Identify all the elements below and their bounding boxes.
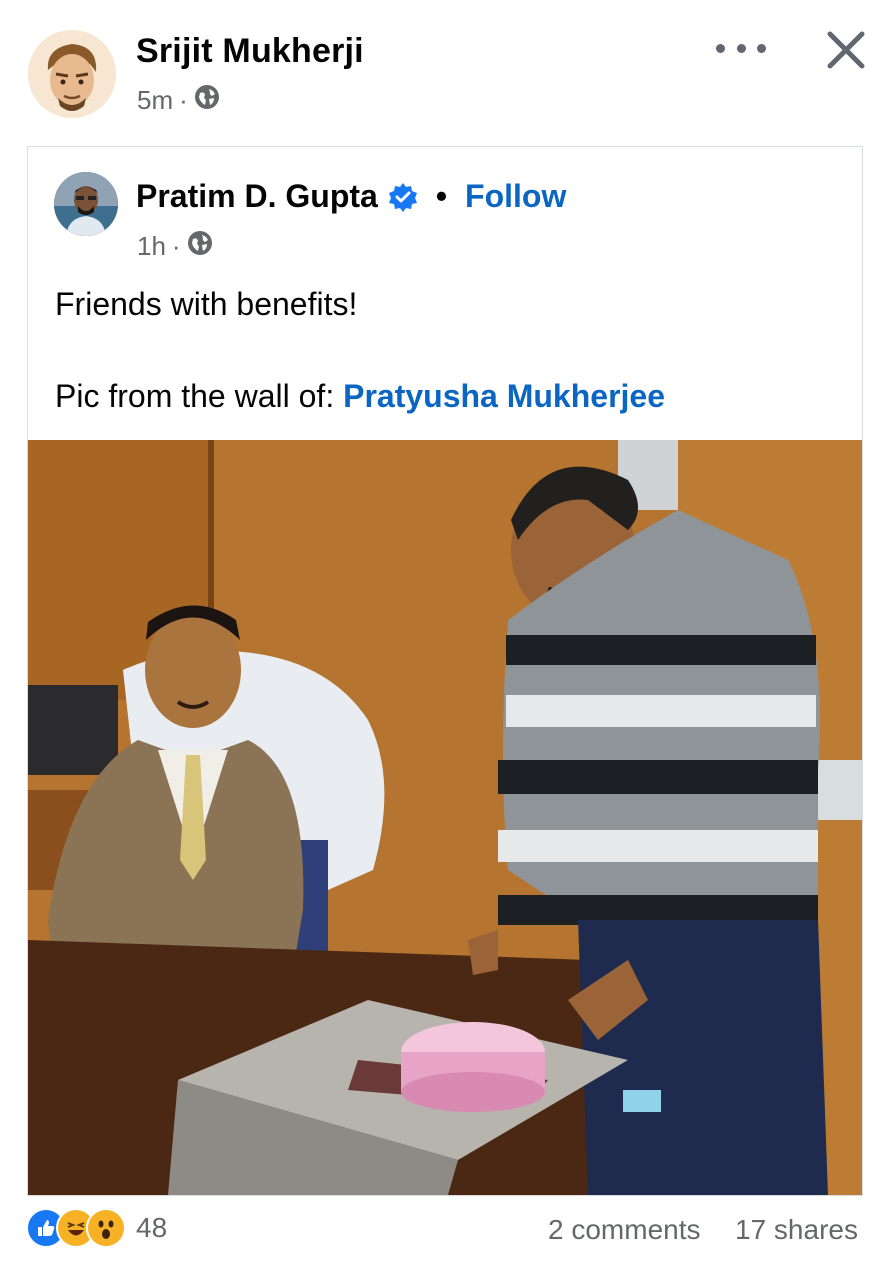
- post-text-credit: Pic from the wall of: Pratyusha Mukherje…: [55, 378, 665, 415]
- close-icon[interactable]: [820, 24, 872, 76]
- post-meta: 5m ·: [137, 84, 220, 117]
- dot-separator: •: [435, 178, 448, 214]
- author-name[interactable]: Srijit Mukherji: [136, 32, 364, 71]
- comments-count[interactable]: 2 comments: [548, 1214, 701, 1246]
- meta-separator: ·: [179, 85, 188, 115]
- wow-icon: [86, 1208, 126, 1248]
- verified-badge-icon: [388, 182, 418, 212]
- more-options-icon[interactable]: [716, 40, 766, 56]
- shared-author-row: Pratim D. Gupta • Follow: [136, 178, 566, 215]
- shared-post-meta: 1h ·: [137, 230, 213, 263]
- credit-prefix: Pic from the wall of:: [55, 378, 344, 414]
- follow-button[interactable]: Follow: [465, 178, 566, 215]
- shared-post-time[interactable]: 1h: [137, 231, 166, 262]
- reactions-bar[interactable]: 48: [26, 1208, 167, 1248]
- globe-icon: [187, 230, 213, 263]
- globe-icon: [194, 84, 220, 117]
- meta-separator: ·: [171, 231, 181, 261]
- post-time[interactable]: 5m: [137, 85, 173, 116]
- shared-author-name[interactable]: Pratim D. Gupta: [136, 178, 378, 215]
- mention-link[interactable]: Pratyusha Mukherjee: [343, 378, 665, 414]
- author-avatar[interactable]: [28, 30, 116, 118]
- post-photo[interactable]: [28, 440, 862, 1195]
- post-text: Friends with benefits!: [55, 286, 358, 322]
- shares-count[interactable]: 17 shares: [735, 1214, 858, 1246]
- shared-author-avatar[interactable]: [54, 172, 118, 236]
- reaction-count[interactable]: 48: [136, 1212, 167, 1244]
